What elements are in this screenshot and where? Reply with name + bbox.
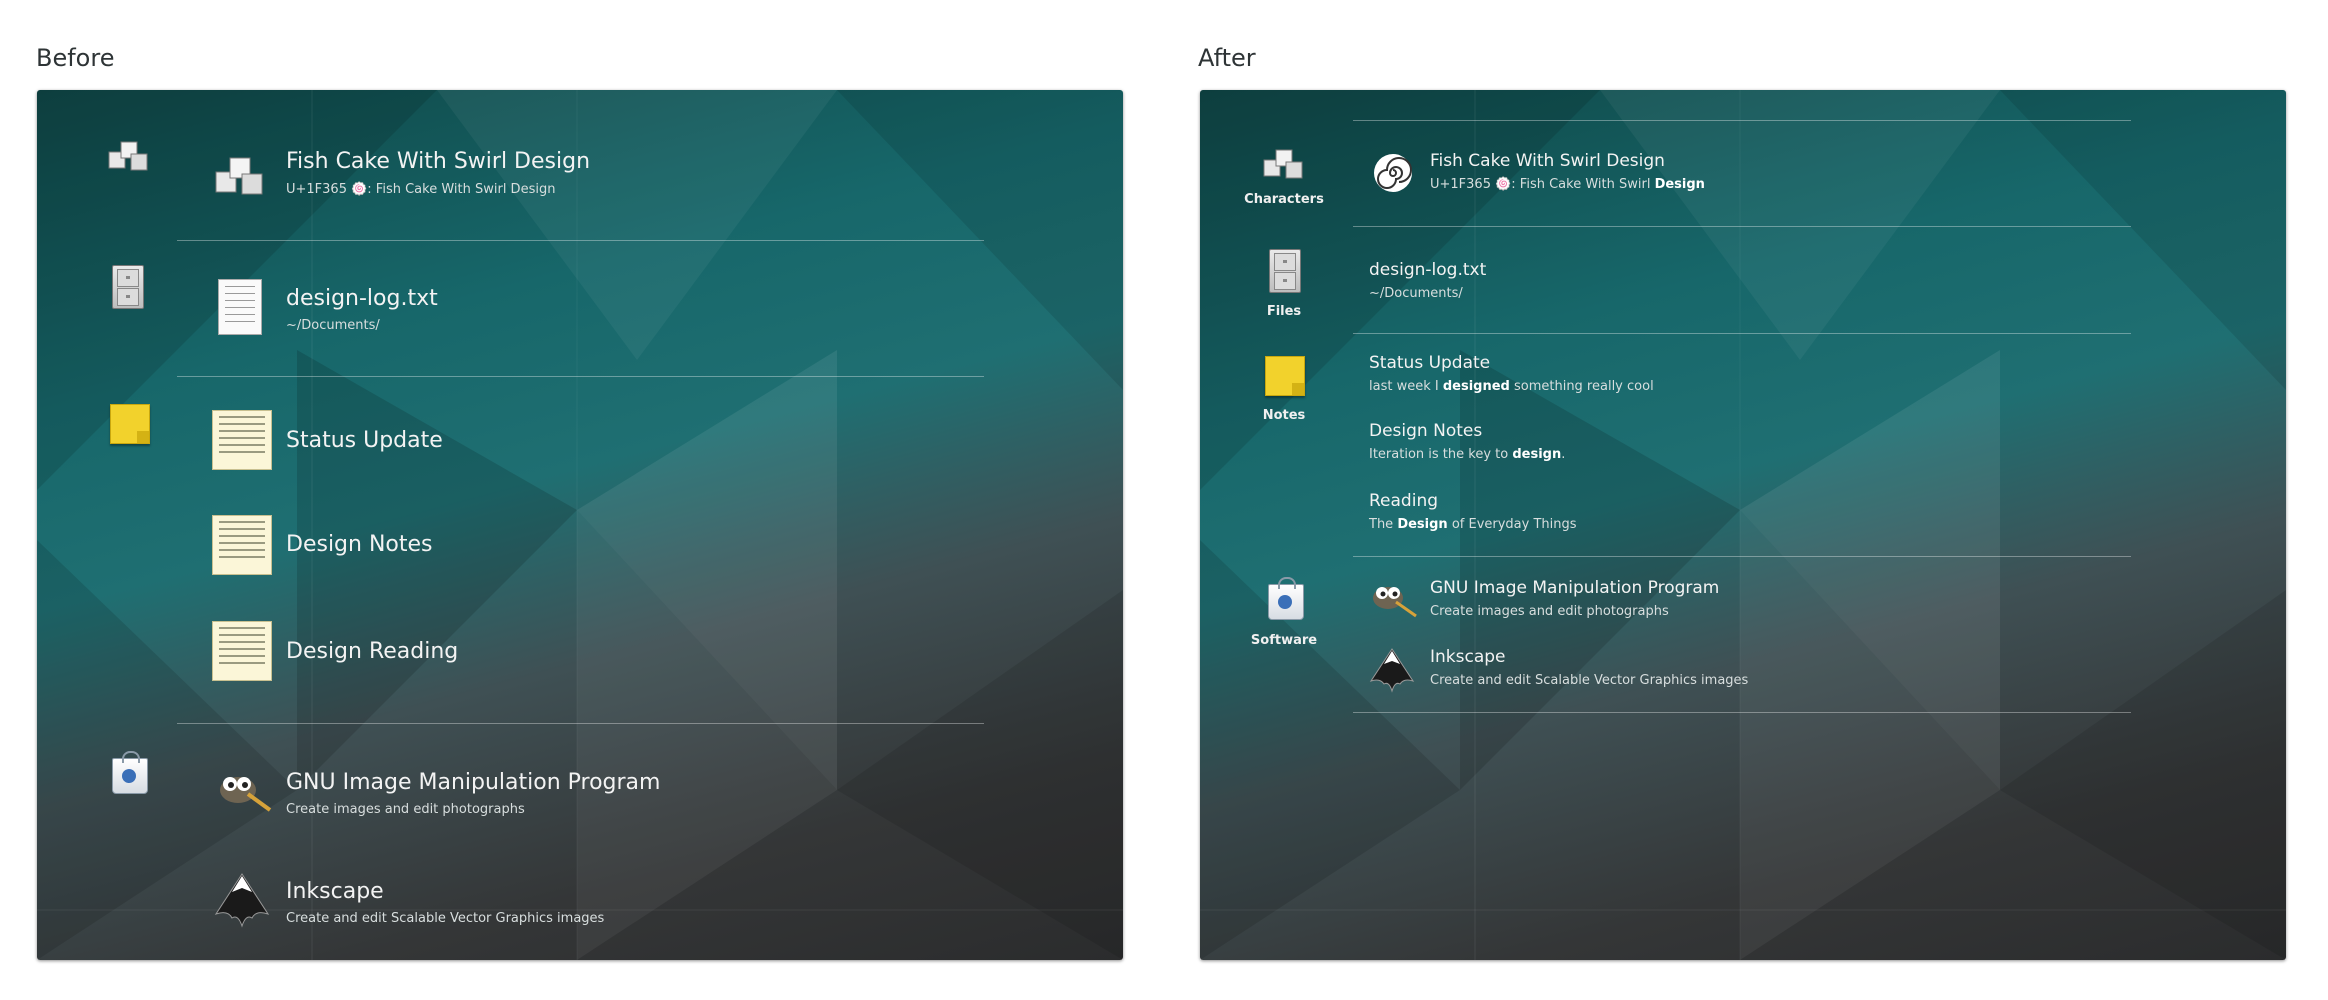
text-document-icon [218, 279, 262, 335]
note-thumbnail-icon [212, 621, 272, 681]
files-provider-icon [1269, 249, 1301, 293]
result-title[interactable]: design-log.txt [1369, 260, 1486, 280]
result-title[interactable]: Design Notes [1369, 421, 1482, 441]
result-subtitle: ~/Documents/ [1369, 286, 1463, 301]
provider-label-software[interactable]: Software [1224, 633, 1344, 648]
result-subtitle: Create images and edit photographs [286, 802, 525, 817]
after-heading: After [1198, 44, 1256, 72]
result-subtitle: Create images and edit photographs [1430, 604, 1669, 619]
after-search-panel: Characters Fish Cake With Swirl Design U… [1200, 90, 2286, 960]
characters-icon [215, 157, 263, 195]
note-thumbnail-icon [212, 410, 272, 470]
result-title[interactable]: design-log.txt [286, 286, 438, 311]
result-subtitle: The Design of Everyday Things [1369, 517, 1577, 532]
result-title[interactable]: Status Update [286, 428, 443, 453]
result-title[interactable]: GNU Image Manipulation Program [1430, 578, 1719, 598]
result-title[interactable]: Status Update [1369, 353, 1490, 373]
result-subtitle: ~/Documents/ [286, 318, 380, 333]
provider-label-notes[interactable]: Notes [1224, 408, 1344, 423]
gimp-icon [220, 777, 272, 812]
before-search-panel: Fish Cake With Swirl Design U+1F365 🍥: F… [37, 90, 1123, 960]
software-provider-icon [1268, 577, 1304, 620]
result-title[interactable]: Design Notes [286, 532, 433, 557]
provider-separator [1353, 333, 2131, 334]
result-subtitle: U+1F365 🍥: Fish Cake With Swirl Design [1430, 177, 1705, 192]
result-subtitle: Create and edit Scalable Vector Graphics… [1430, 673, 1749, 688]
result-title[interactable]: Reading [1369, 491, 1438, 511]
result-title[interactable]: Design Reading [286, 639, 458, 664]
notes-provider-icon [1265, 356, 1305, 396]
background-pattern [1200, 90, 2286, 960]
software-provider-icon [112, 751, 148, 794]
before-heading: Before [36, 44, 115, 72]
result-title[interactable]: Fish Cake With Swirl Design [1430, 151, 1665, 171]
inkscape-icon [1369, 648, 1415, 693]
provider-separator [177, 240, 984, 241]
provider-separator [1353, 226, 2131, 227]
gimp-icon [1373, 587, 1417, 618]
result-subtitle: last week I designed something really co… [1369, 379, 1654, 394]
provider-separator [1353, 712, 2131, 713]
result-title[interactable]: Inkscape [1430, 647, 1506, 667]
provider-separator [1353, 556, 2131, 557]
inkscape-icon [214, 873, 270, 928]
fish-cake-icon [1374, 154, 1412, 192]
notes-provider-icon [110, 404, 150, 444]
provider-separator [177, 376, 984, 377]
characters-provider-icon [1263, 149, 1303, 179]
result-title[interactable]: Inkscape [286, 879, 384, 904]
result-title[interactable]: Fish Cake With Swirl Design [286, 149, 590, 174]
provider-label-characters[interactable]: Characters [1224, 192, 1344, 207]
result-subtitle: U+1F365 🍥: Fish Cake With Swirl Design [286, 182, 556, 197]
background-pattern [37, 90, 1123, 960]
result-subtitle: Create and edit Scalable Vector Graphics… [286, 911, 605, 926]
result-subtitle: Iteration is the key to design. [1369, 447, 1566, 462]
characters-provider-icon [108, 141, 148, 171]
provider-separator [177, 723, 984, 724]
provider-label-files[interactable]: Files [1224, 304, 1344, 319]
result-title[interactable]: GNU Image Manipulation Program [286, 770, 660, 795]
provider-separator [1353, 120, 2131, 121]
files-provider-icon [112, 265, 144, 309]
note-thumbnail-icon [212, 515, 272, 575]
